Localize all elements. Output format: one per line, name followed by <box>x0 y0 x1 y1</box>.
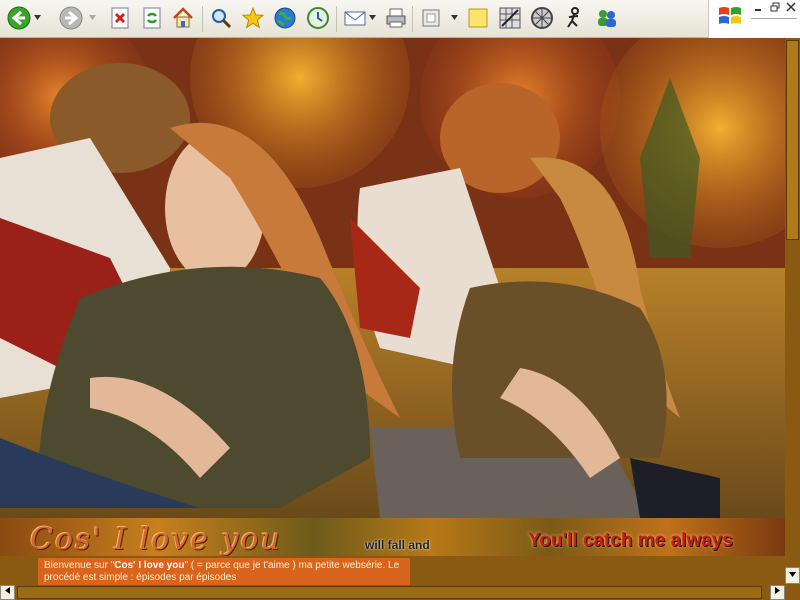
browser-toolbar <box>0 0 800 38</box>
welcome-prefix: Bienvenue sur " <box>44 560 115 571</box>
printer-icon <box>386 8 406 28</box>
mail-icon <box>344 11 366 26</box>
refresh-icon <box>143 7 161 29</box>
edit-button[interactable] <box>418 5 444 31</box>
arrow-down-icon <box>789 572 796 577</box>
grid-icon <box>499 7 521 29</box>
toolbar-separator <box>336 6 337 32</box>
welcome-text: Bienvenue sur "Cos' I love you" ( = parc… <box>38 558 410 586</box>
chevron-down-icon <box>33 14 41 20</box>
discuss-button[interactable] <box>594 5 620 31</box>
restore-button[interactable] <box>767 2 783 14</box>
research-button[interactable] <box>529 5 555 31</box>
edit-icon <box>422 9 440 27</box>
chevron-down-icon <box>368 14 376 20</box>
stop-button[interactable] <box>107 5 133 31</box>
restore-icon <box>770 2 780 12</box>
forward-button[interactable] <box>58 5 84 31</box>
stop-icon <box>111 7 129 29</box>
scroll-down-button[interactable] <box>785 567 800 584</box>
toolbar-separator <box>202 6 203 32</box>
print-button[interactable] <box>383 5 409 31</box>
history-icon <box>307 7 329 29</box>
globe-icon <box>274 7 296 29</box>
search-icon <box>212 9 232 29</box>
banner-image <box>0 38 785 518</box>
autumn-couple-artwork <box>0 38 785 518</box>
windows-logo-icon <box>719 7 741 24</box>
window-controls-panel <box>708 0 800 38</box>
star-icon <box>241 6 265 29</box>
divider <box>751 18 797 19</box>
favorites-button[interactable] <box>240 5 266 31</box>
mail-dropdown[interactable] <box>368 12 376 22</box>
mail-button[interactable] <box>342 5 368 31</box>
horizontal-scroll-thumb[interactable] <box>17 586 762 599</box>
welcome-site-name: Cos' I love you <box>114 560 185 571</box>
strip-tagline: You'll catch me always <box>528 530 733 551</box>
tagline-strip: Cos' I love you will fall and You'll cat… <box>0 518 785 556</box>
wheel-icon <box>531 7 553 29</box>
msn-button[interactable] <box>561 5 587 31</box>
search-button[interactable] <box>208 5 234 31</box>
arrow-right-icon <box>775 587 780 594</box>
history-button[interactable] <box>305 5 331 31</box>
forward-icon <box>59 6 83 30</box>
messenger-button[interactable] <box>497 5 523 31</box>
scroll-left-button[interactable] <box>0 585 15 600</box>
edit-dropdown[interactable] <box>450 12 458 22</box>
media-button[interactable] <box>272 5 298 31</box>
minimize-button[interactable] <box>751 2 767 14</box>
close-icon <box>786 2 796 12</box>
strip-title: Cos' I love you <box>30 522 282 556</box>
people-icon <box>598 10 616 27</box>
chevron-down-icon <box>88 14 96 20</box>
scroll-right-button[interactable] <box>770 585 785 600</box>
person-icon <box>567 7 579 28</box>
notes-icon <box>468 8 488 28</box>
back-dropdown[interactable] <box>33 12 41 22</box>
home-button[interactable] <box>170 5 196 31</box>
strip-middle-text: will fall and <box>365 538 430 552</box>
arrow-left-icon <box>5 587 10 594</box>
notes-button[interactable] <box>465 5 491 31</box>
back-button[interactable] <box>6 5 32 31</box>
close-button[interactable] <box>783 2 799 14</box>
back-icon <box>7 6 31 30</box>
minimize-icon <box>755 9 761 11</box>
home-icon <box>173 7 193 28</box>
chevron-down-icon <box>450 14 458 20</box>
toolbar-separator <box>412 6 413 32</box>
forward-dropdown[interactable] <box>88 12 96 22</box>
refresh-button[interactable] <box>139 5 165 31</box>
vertical-scroll-thumb[interactable] <box>786 40 799 240</box>
